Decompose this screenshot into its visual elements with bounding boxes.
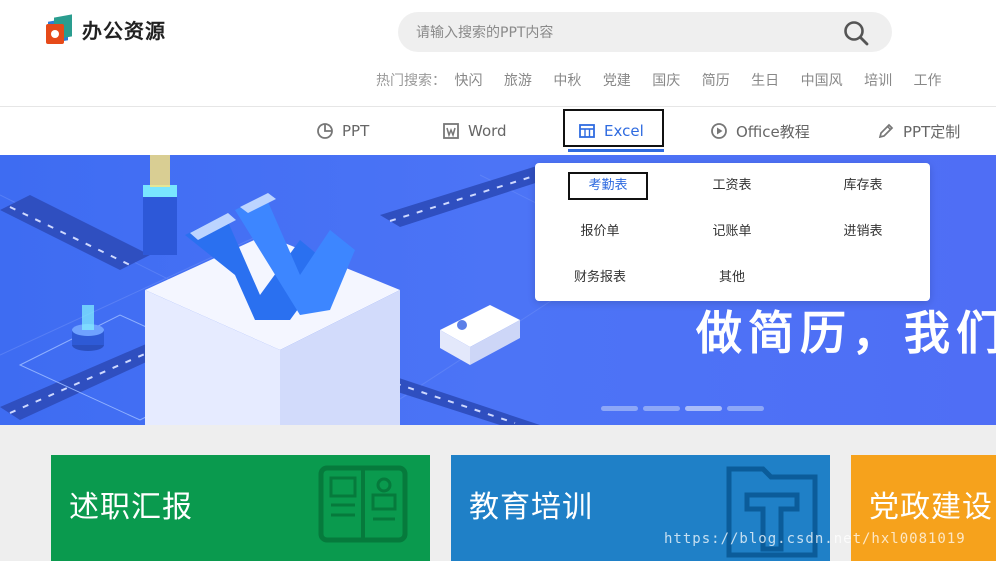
pen-icon [878,123,894,139]
search-bar [398,12,892,54]
dropdown-item-financial-report[interactable]: 财务报表 [544,266,656,290]
hot-keyword[interactable]: 生日 [751,73,779,89]
hot-search-label: 热门搜索： [376,73,446,89]
play-circle-icon [711,123,727,139]
hot-keyword[interactable]: 快闪 [454,73,482,89]
category-card-report[interactable]: 述职汇报 [51,455,430,561]
hot-keyword[interactable]: 党建 [603,73,631,89]
hot-keyword[interactable]: 中秋 [553,73,581,89]
hot-keyword[interactable]: 简历 [702,73,730,89]
site-logo[interactable]: 办公资源 [46,12,166,46]
logo-icon [46,14,76,44]
nav-item-ppt[interactable]: PPT [316,107,369,155]
dropdown-item-salary[interactable]: 工资表 [676,174,788,198]
dropdown-item-purchase-sales[interactable]: 进销表 [807,220,919,244]
nav-item-label: PPT定制 [903,122,961,141]
header: 办公资源 热门搜索： 快闪 旅游 中秋 党建 国庆 简历 生日 中国风 培训 工… [0,0,996,106]
carousel-dot[interactable] [727,406,764,411]
hot-keyword[interactable]: 旅游 [504,73,532,89]
carousel-dot[interactable] [643,406,680,411]
nav-item-office-tutorial[interactable]: Office教程 [710,107,810,155]
watermark-text: https://blog.csdn.net/hxl0081019 [664,531,966,547]
dropdown-item-quotation[interactable]: 报价单 [544,220,656,244]
dropdown-item-attendance[interactable]: 考勤表 [568,172,648,200]
carousel-dot-active[interactable] [685,406,722,411]
category-card-title: 党政建设 [869,490,993,525]
banner-slogan: 做简历，我们 [696,306,996,360]
active-tab-indicator [568,149,664,152]
excel-highlight-box [563,109,664,147]
word-icon [443,123,459,139]
pie-chart-icon [317,123,333,139]
category-card-title: 述职汇报 [69,490,193,525]
hot-search: 热门搜索： 快闪 旅游 中秋 党建 国庆 简历 生日 中国风 培训 工作 [376,70,959,90]
dropdown-item-other[interactable]: 其他 [676,266,788,290]
logo-text: 办公资源 [82,18,166,43]
hot-keyword[interactable]: 工作 [914,73,942,89]
nav-item-word[interactable]: Word [442,107,507,155]
hot-keyword[interactable]: 中国风 [801,73,843,89]
search-input[interactable] [414,12,818,54]
dropdown-item-inventory[interactable]: 库存表 [807,174,919,198]
main-nav: PPT Word Excel Office教程 PPT定制 [0,107,996,155]
carousel-dot[interactable] [601,406,638,411]
nav-item-label: PPT [342,122,370,140]
carousel-dots [601,406,769,411]
search-icon[interactable] [842,19,870,47]
excel-dropdown-menu: 考勤表 工资表 库存表 报价单 记账单 进销表 财务报表 其他 [535,163,930,301]
nav-item-ppt-custom[interactable]: PPT定制 [877,107,960,155]
hot-keyword[interactable]: 培训 [864,73,892,89]
nav-item-label: Office教程 [736,122,810,141]
category-card-title: 教育培训 [469,490,593,525]
hot-keyword[interactable]: 国庆 [652,73,680,89]
dropdown-item-ledger[interactable]: 记账单 [676,220,788,244]
nav-item-label: Word [468,122,507,140]
presentation-board-icon [318,465,408,543]
